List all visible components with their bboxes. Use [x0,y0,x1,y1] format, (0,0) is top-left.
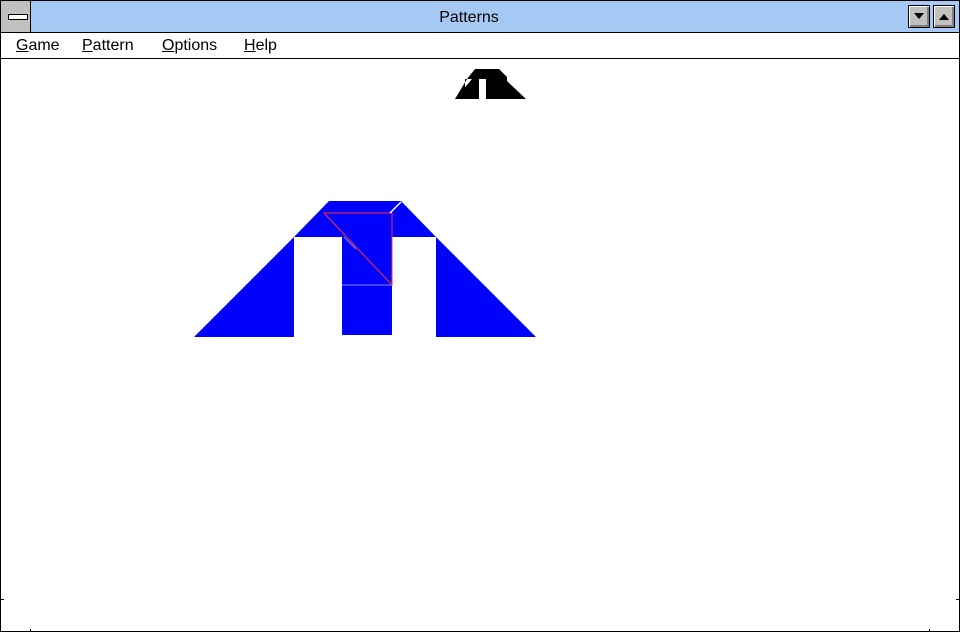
menu-game[interactable]: Game [15,36,61,56]
minimize-button[interactable] [908,5,930,28]
frame-tick-bottom-left [30,629,31,631]
maximize-button[interactable] [933,5,955,28]
board-canvas [194,69,536,337]
menu-pattern[interactable]: Pattern [81,36,135,56]
maximize-arrow-icon [939,14,949,20]
piece-left-triangle[interactable] [194,237,294,337]
title-bar[interactable]: Patterns [1,1,959,33]
menu-options[interactable]: Options [161,36,218,56]
game-board[interactable] [4,59,956,629]
target-pattern [455,69,526,99]
piece-bottom-square[interactable] [342,285,392,335]
app-window: Patterns Game Pattern Options Help [0,0,960,632]
menu-help[interactable]: Help [243,36,278,56]
system-menu-button[interactable] [1,1,31,32]
frame-tick-bottom-right [929,629,930,631]
system-menu-icon [8,14,28,20]
frame-tick-right [956,599,959,600]
minimize-arrow-icon [914,13,924,19]
piece-right-triangle[interactable] [436,237,536,337]
target-pattern-right-leg [507,81,526,99]
puzzle-pieces [194,201,536,337]
frame-tick-left [1,599,4,600]
menu-bar: Game Pattern Options Help [1,33,959,59]
window-title: Patterns [439,9,499,26]
